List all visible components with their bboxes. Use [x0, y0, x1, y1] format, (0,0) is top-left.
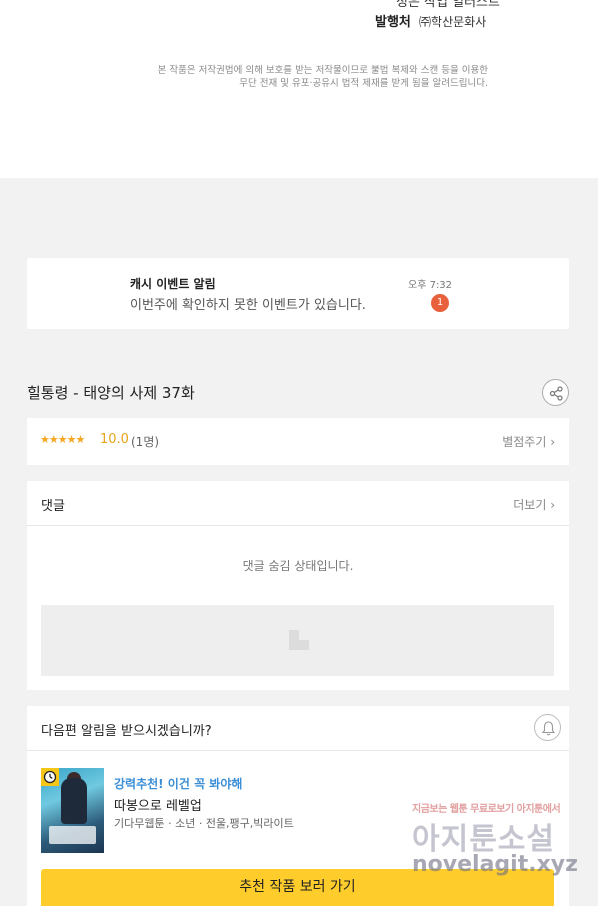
comment-placeholder-box: [41, 605, 554, 676]
comments-section: 댓글 더보기 › 댓글 숨김 상태입니다.: [27, 481, 569, 690]
publisher-label: 발행처: [375, 15, 411, 30]
thumbnail-character: [61, 778, 87, 824]
rate-button[interactable]: 별점주기 ›: [502, 433, 555, 450]
comments-title: 댓글: [41, 499, 65, 514]
publication-info: 정은 작업 일러스트 발행처 ㈜학산문화사 본 작품은 저작권법에 의해 보호를…: [0, 0, 598, 178]
share-icon: [549, 386, 563, 401]
notify-bell-button[interactable]: [534, 714, 561, 741]
notification-title: 캐시 이벤트 알림: [130, 277, 216, 291]
next-episode-question: 다음편 알림을 받으시겠습니까?: [41, 724, 212, 739]
publication-partial-text: 정은 작업 일러스트: [396, 0, 500, 10]
promo-text: 강력추천! 이건 꼭 봐야해: [114, 777, 243, 791]
recommended-work-meta: 기다무웹툰 · 소년 · 전울,팽구,빅라이트: [114, 817, 294, 830]
comments-hidden-message: 댓글 숨김 상태입니다.: [242, 559, 354, 573]
publisher-row: 발행처 ㈜학산문화사: [375, 11, 486, 30]
thumbnail-title-strip: [49, 826, 96, 844]
notification-body: 이번주에 확인하지 못한 이벤트가 있습니다.: [130, 298, 366, 313]
copyright-line-1: 본 작품은 저작권법에 의해 보호를 받는 저작물이므로 불법 복제와 스캔 등…: [157, 65, 488, 76]
notification-time: 오후 7:32: [408, 280, 453, 291]
recommended-work-title[interactable]: 따봉으로 레벨업: [114, 795, 202, 814]
rating-score: 10.0: [100, 432, 129, 447]
notification-badge: 1: [431, 294, 449, 312]
share-button[interactable]: [542, 379, 569, 406]
copyright-line-2: 무단 전재 및 유포·공유시 법적 제재를 받게 됨을 알려드립니다.: [239, 78, 488, 89]
publisher-value: ㈜학산문화사: [419, 15, 487, 29]
copyright-notice: 본 작품은 저작권법에 의해 보호를 받는 저작물이므로 불법 복제와 스캔 등…: [60, 64, 488, 90]
rating-stars: ★★★★★: [40, 433, 85, 446]
cash-event-notification[interactable]: 캐시 이벤트 알림 이번주에 확인하지 못한 이벤트가 있습니다. 오후 7:3…: [27, 258, 569, 329]
rating-count: (1명): [131, 435, 160, 449]
bell-icon: [541, 721, 556, 736]
rating-bar: ★★★★★ 10.0 (1명) 별점주기 ›: [27, 418, 569, 465]
episode-title: 힐통령 - 태양의 사제 37화: [27, 384, 195, 402]
wait-free-badge: [41, 768, 59, 786]
comments-more-link[interactable]: 더보기 ›: [513, 496, 555, 513]
next-episode-section: 다음편 알림을 받으시겠습니까? 강력추천! 이건 꼭 봐야해 따봉으로 레벨업…: [27, 706, 569, 906]
placeholder-icon: [289, 630, 309, 650]
clock-icon: [43, 770, 57, 784]
next-episode-header: 다음편 알림을 받으시겠습니까?: [27, 706, 569, 751]
comments-header: 댓글 더보기 ›: [27, 481, 569, 526]
view-recommendations-button[interactable]: 추천 작품 보러 가기: [41, 869, 554, 906]
